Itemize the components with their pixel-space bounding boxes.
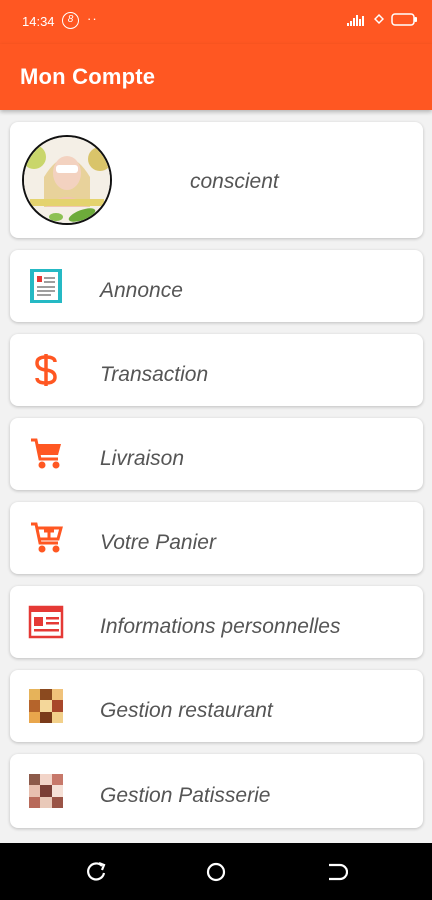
- signal-icon: [347, 15, 364, 26]
- notification-badge-icon: 8: [62, 12, 79, 29]
- avatar-image-icon: [24, 137, 110, 223]
- menu-item-label: Gestion Patisserie: [100, 784, 271, 807]
- menu-item-annonce[interactable]: Annonce: [10, 250, 423, 322]
- system-nav-bar: [0, 843, 432, 900]
- app-bar: Mon Compte: [0, 44, 432, 110]
- status-time: 14:34: [22, 14, 55, 29]
- menu-item-votre-panier[interactable]: Votre Panier: [10, 502, 423, 574]
- menu-item-label: Livraison: [100, 447, 185, 470]
- wifi-icon: [374, 13, 384, 25]
- pastry-photo-icon: [27, 772, 65, 810]
- cart-add-icon: [27, 519, 65, 557]
- status-icons: [347, 13, 418, 26]
- profile-card[interactable]: conscient: [10, 122, 423, 238]
- menu-item-transaction[interactable]: Transaction: [10, 334, 423, 406]
- food-photo-icon: [27, 687, 65, 725]
- status-bar: 14:34 8 ··: [0, 0, 432, 44]
- document-icon: [27, 267, 65, 305]
- menu-item-informations-personnelles[interactable]: Informations personnelles: [10, 586, 423, 658]
- home-icon[interactable]: [204, 860, 228, 884]
- menu-item-gestion-restaurant[interactable]: Gestion restaurant: [10, 670, 423, 742]
- menu-item-gestion-patisserie[interactable]: Gestion Patisserie: [10, 754, 423, 828]
- cart-icon: [27, 435, 65, 473]
- status-dots: ··: [87, 11, 98, 26]
- recent-apps-icon[interactable]: [85, 860, 109, 884]
- menu-item-label: Votre Panier: [100, 531, 216, 554]
- menu-item-label: Gestion restaurant: [100, 699, 273, 722]
- id-card-icon: [27, 603, 65, 641]
- avatar[interactable]: [22, 135, 112, 225]
- page-title: Mon Compte: [20, 64, 156, 89]
- menu-item-livraison[interactable]: Livraison: [10, 418, 423, 490]
- battery-icon: [391, 13, 417, 26]
- menu-item-label: Transaction: [100, 363, 209, 386]
- back-icon[interactable]: [324, 860, 348, 884]
- menu-item-label: Informations personnelles: [100, 615, 341, 638]
- dollar-icon: [27, 351, 65, 389]
- profile-name: conscient: [190, 170, 279, 193]
- menu-item-label: Annonce: [100, 279, 183, 302]
